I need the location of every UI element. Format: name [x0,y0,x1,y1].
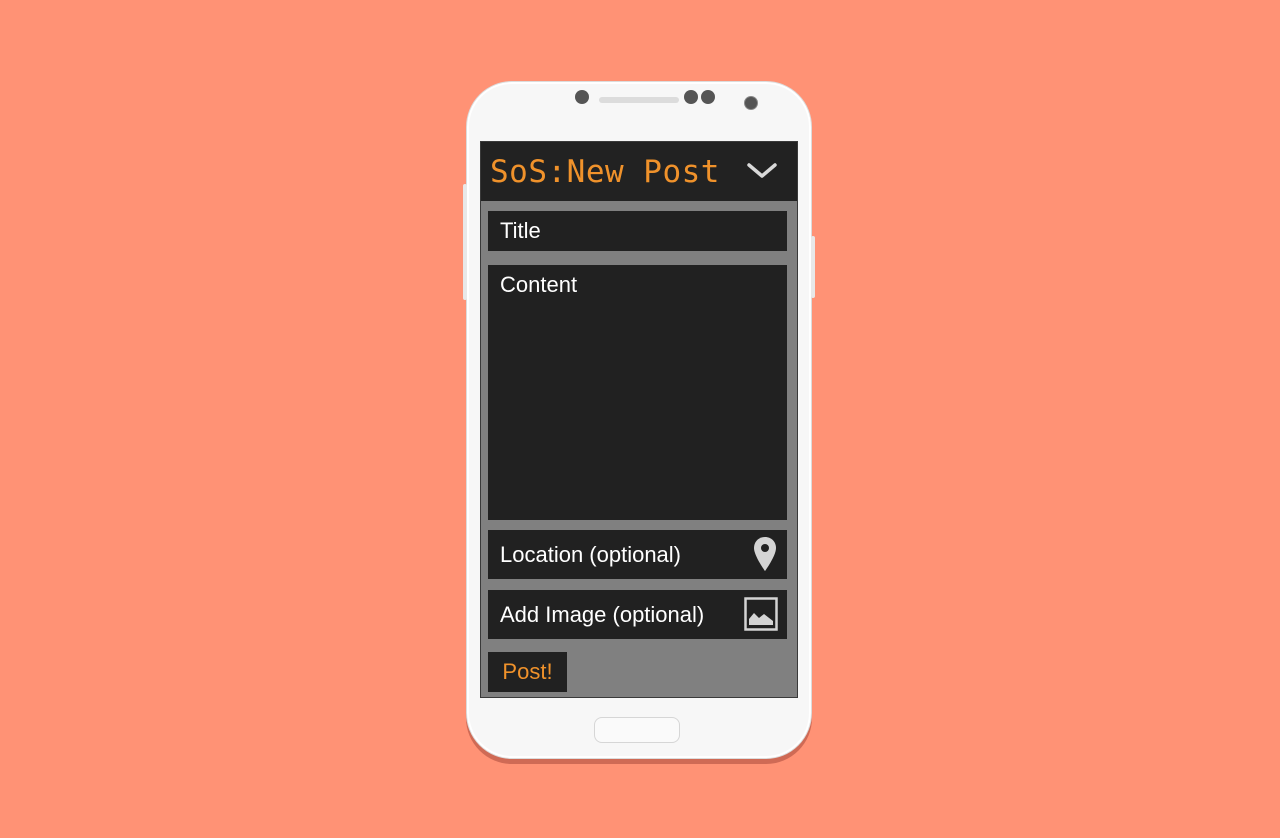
home-button[interactable] [594,717,680,743]
content-placeholder: Content [500,272,578,297]
location-input[interactable]: Location (optional) [488,530,787,579]
light-sensor [701,90,715,104]
power-button [811,236,815,298]
location-placeholder: Location (optional) [500,542,682,567]
proximity-sensor [684,90,698,104]
screen: SoS:New Post Title Content Location (opt… [480,141,798,698]
page-title: SoS:New Post [490,154,720,190]
map-pin-icon[interactable] [752,536,778,589]
add-image-input[interactable]: Add Image (optional) [488,590,787,639]
volume-button [463,184,467,300]
app-bar: SoS:New Post [481,142,797,201]
chevron-down-icon[interactable] [745,158,779,184]
earpiece-speaker [599,97,679,103]
image-icon[interactable] [744,597,778,648]
title-input[interactable]: Title [488,211,787,251]
phone-frame: SoS:New Post Title Content Location (opt… [463,81,815,759]
content-textarea[interactable]: Content [488,265,787,520]
image-placeholder: Add Image (optional) [500,602,705,627]
post-button[interactable]: Post! [488,652,567,692]
title-placeholder: Title [500,218,541,243]
front-camera [744,96,758,110]
front-sensor [575,90,589,104]
